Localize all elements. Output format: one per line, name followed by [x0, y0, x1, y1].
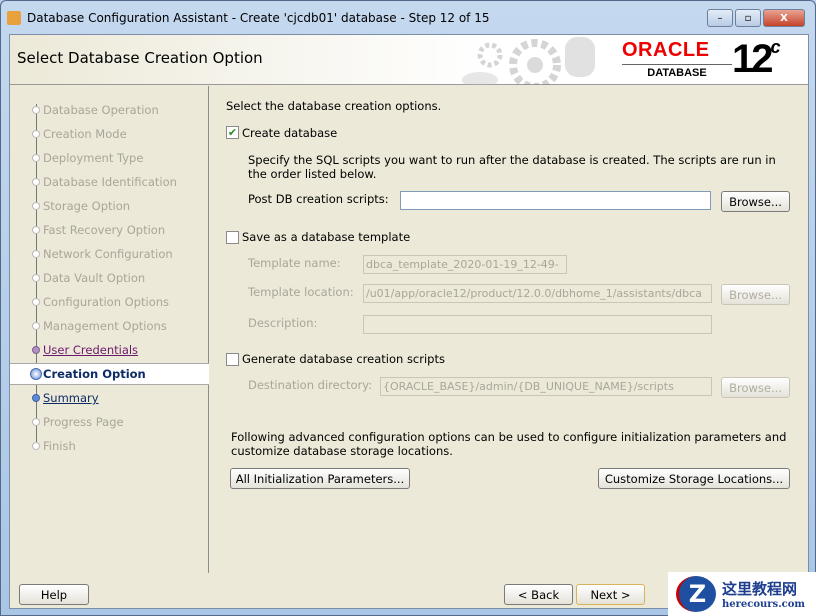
step-dot-icon: [32, 106, 40, 114]
step-summary[interactable]: Summary: [10, 387, 209, 409]
title-bar: Database Configuration Assistant - Creat…: [7, 7, 809, 29]
oracle-brand: ORACLE: [622, 39, 710, 61]
window: Database Configuration Assistant - Creat…: [0, 0, 816, 616]
step-label: Data Vault Option: [43, 271, 146, 285]
step-label: Finish: [43, 439, 76, 453]
step-management-options: Management Options: [10, 315, 209, 337]
window-title: Database Configuration Assistant - Creat…: [27, 11, 490, 25]
destination-input[interactable]: {ORACLE_BASE}/admin/{DB_UNIQUE_NAME}/scr…: [380, 377, 712, 396]
post-scripts-input[interactable]: [400, 191, 711, 210]
step-dot-icon: [32, 178, 40, 186]
step-dot-icon: [32, 274, 40, 282]
step-fast-recovery-option: Fast Recovery Option: [10, 219, 209, 241]
step-label: Network Configuration: [43, 247, 173, 261]
step-label: Configuration Options: [43, 295, 170, 309]
generate-scripts-checkbox[interactable]: [226, 353, 239, 366]
template-name-label: Template name:: [248, 256, 341, 270]
step-dot-icon: [32, 202, 40, 210]
step-label: Database Operation: [43, 103, 159, 117]
step-label: Fast Recovery Option: [43, 223, 166, 237]
create-database-checkbox[interactable]: ✔: [226, 126, 239, 139]
watermark-en: herecours.com: [722, 599, 806, 610]
page-title: Select Database Creation Option: [17, 49, 263, 67]
step-label: Storage Option: [43, 199, 131, 213]
description-label: Description:: [248, 316, 318, 330]
next-button[interactable]: Next >: [576, 584, 645, 605]
step-network-configuration: Network Configuration: [10, 243, 209, 265]
java-icon: [7, 11, 21, 25]
maximize-button[interactable]: ▫: [735, 9, 761, 27]
step-label: Database Identification: [43, 175, 177, 189]
step-dot-icon: [32, 130, 40, 138]
save-template-checkbox[interactable]: [226, 231, 239, 244]
gears-graphic-icon: [462, 37, 595, 85]
step-dot-icon: [32, 346, 40, 354]
post-scripts-browse-button[interactable]: Browse...: [721, 191, 790, 212]
create-database-label[interactable]: Create database: [242, 126, 337, 140]
step-dot-icon: [32, 418, 40, 426]
watermark: Z 这里教程网 herecours.com: [668, 572, 816, 616]
step-creation-option: Creation Option: [10, 363, 209, 385]
step-dot-icon: [30, 368, 42, 380]
step-dot-icon: [32, 226, 40, 234]
version-logo: 12c: [732, 37, 781, 82]
dialog-client: Select Database Creation Option ORACLE D…: [9, 34, 809, 609]
post-scripts-label: Post DB creation scripts:: [248, 192, 389, 206]
destination-browse-button[interactable]: Browse...: [721, 377, 790, 398]
step-dot-icon: [32, 250, 40, 258]
description-input[interactable]: [363, 315, 712, 334]
all-init-params-button[interactable]: All Initialization Parameters...: [230, 468, 410, 489]
oracle-logo: ORACLE DATABASE: [622, 39, 732, 79]
step-storage-option: Storage Option: [10, 195, 209, 217]
template-location-input[interactable]: /u01/app/oracle12/product/12.0.0/dbhome_…: [363, 284, 712, 303]
watermark-logo-icon: Z: [676, 576, 716, 612]
step-dot-icon: [32, 154, 40, 162]
step-database-operation: Database Operation: [10, 99, 209, 121]
step-progress-page: Progress Page: [10, 411, 209, 433]
step-dot-icon: [32, 298, 40, 306]
template-browse-button[interactable]: Browse...: [721, 284, 790, 305]
oracle-brand-sub: DATABASE: [647, 67, 707, 79]
intro-text: Select the database creation options.: [226, 99, 442, 113]
step-label: Summary: [43, 391, 99, 405]
header-banner: Select Database Creation Option ORACLE D…: [10, 35, 808, 85]
step-label: Creation Option: [43, 367, 146, 381]
generate-scripts-label[interactable]: Generate database creation scripts: [242, 352, 445, 366]
step-label: Deployment Type: [43, 151, 144, 165]
create-db-desc-1: Specify the SQL scripts you want to run …: [248, 153, 776, 167]
steps-panel: Database Operation Creation Mode Deploymen…: [10, 86, 209, 573]
advanced-text-1: Following advanced configuration options…: [231, 430, 787, 444]
step-label: Management Options: [43, 319, 167, 333]
help-button[interactable]: Help: [19, 584, 89, 605]
minimize-button[interactable]: –: [707, 9, 733, 27]
watermark-cn: 这里教程网: [722, 580, 798, 598]
step-label: Creation Mode: [43, 127, 127, 141]
template-location-label: Template location:: [248, 285, 354, 299]
step-deployment-type: Deployment Type: [10, 147, 209, 169]
step-dot-icon: [32, 394, 40, 402]
destination-label: Destination directory:: [248, 378, 373, 392]
customize-storage-button[interactable]: Customize Storage Locations...: [598, 468, 790, 489]
step-creation-mode: Creation Mode: [10, 123, 209, 145]
version-number: 12: [732, 37, 773, 81]
step-dot-icon: [32, 442, 40, 450]
step-label: Progress Page: [43, 415, 124, 429]
step-label: User Credentials: [43, 343, 139, 357]
version-suffix: c: [770, 37, 781, 57]
step-dot-icon: [32, 322, 40, 330]
step-database-identification: Database Identification: [10, 171, 209, 193]
advanced-text-2: customize database storage locations.: [231, 444, 453, 458]
close-button[interactable]: X: [763, 9, 805, 27]
back-button[interactable]: < Back: [504, 584, 573, 605]
template-name-input[interactable]: dbca_template_2020-01-19_12-49-: [363, 255, 567, 274]
step-data-vault-option: Data Vault Option: [10, 267, 209, 289]
step-finish: Finish: [10, 435, 209, 457]
step-user-credentials[interactable]: User Credentials: [10, 339, 209, 361]
create-db-desc-2: the order listed below.: [248, 167, 377, 181]
save-template-label[interactable]: Save as a database template: [242, 230, 410, 244]
step-configuration-options: Configuration Options: [10, 291, 209, 313]
main-panel: Select the database creation options. ✔ …: [210, 86, 808, 573]
